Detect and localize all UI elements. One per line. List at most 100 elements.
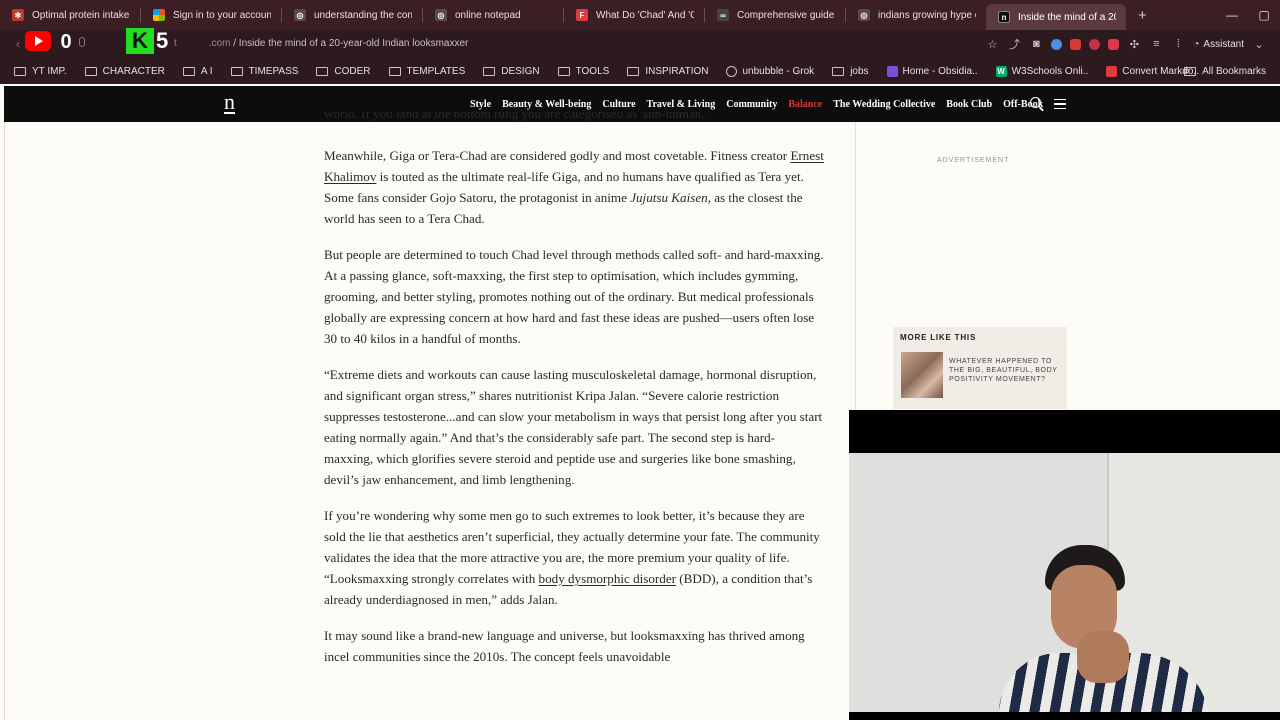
bookmark-folder[interactable]: TIMEPASS <box>230 66 298 77</box>
bookmark-label: Home - Obsidia.. <box>902 65 978 77</box>
column-divider <box>4 122 5 720</box>
assistant-button[interactable]: ◔ Assistant <box>1193 39 1244 50</box>
bookmark-folder[interactable]: jobs <box>832 65 869 77</box>
chevron-down-icon[interactable]: ⌄ <box>1252 37 1266 51</box>
nav-book-club[interactable]: Book Club <box>946 99 992 110</box>
article-paragraph: It may sound like a brand-new language a… <box>324 628 805 664</box>
forbes-icon: F <box>576 9 588 21</box>
extension-record-icon[interactable] <box>1089 38 1101 50</box>
bookmark-folder[interactable]: TEMPLATES <box>388 65 466 77</box>
bookmark-label: CHARACTER <box>102 65 165 77</box>
audio-icon[interactable]: ⁞ <box>1171 37 1185 51</box>
bookmark-folder[interactable]: TOOLS <box>557 66 609 77</box>
article-cut-line: world. If you land at the bottom rung yo… <box>324 112 824 124</box>
minimize-icon[interactable]: — <box>1216 8 1248 22</box>
tab-title: Optimal protein intake pe <box>32 9 130 21</box>
bookmark-grok[interactable]: unbubble - Grok <box>726 65 814 77</box>
extension-blue-icon[interactable] <box>1051 38 1063 50</box>
address-bar-actions: ☆ ⤴ ◙ ✣ ≡ ⁞ ◔ Assistant ⌄ <box>985 30 1266 58</box>
webcam-overlay <box>849 453 1280 720</box>
bookmark-label: jobs <box>850 65 869 77</box>
tab-title: Comprehensive guide to c <box>737 9 835 21</box>
folder-icon <box>832 66 845 76</box>
nav-balance[interactable]: Balance <box>788 99 822 110</box>
overlay-logo: K 5 <box>126 28 174 54</box>
tab-hype[interactable]: ◎ indians growing hype ove <box>846 0 986 30</box>
anime-title: Jujutsu Kaisen <box>630 190 708 205</box>
search-icon[interactable] <box>1030 97 1041 108</box>
bookmark-obsidian[interactable]: Home - Obsidia.. <box>886 65 978 77</box>
nav-beauty[interactable]: Beauty & Well-being <box>502 99 591 110</box>
w3schools-icon: W <box>995 65 1007 77</box>
bookmark-label: A I <box>200 65 213 77</box>
nav-travel[interactable]: Travel & Living <box>647 99 716 110</box>
more-like-this-card[interactable]: MORE LIKE THIS WHATEVER HAPPENED TO THE … <box>893 327 1067 409</box>
all-bookmarks-label: All Bookmarks <box>1202 65 1266 77</box>
bookmark-w3schools[interactable]: W W3Schools Onli.. <box>995 65 1089 77</box>
more-like-this-thumbnail[interactable] <box>901 352 943 398</box>
nav-culture[interactable]: Culture <box>602 99 635 110</box>
tab-title: What Do 'Chad' And 'Chu <box>596 9 694 21</box>
folder-icon <box>84 66 97 76</box>
window-controls: — ▢ <box>1216 0 1280 30</box>
bookmark-label: YT IMP. <box>32 65 67 77</box>
nav-community[interactable]: Community <box>726 99 777 110</box>
overlay-five: 5 <box>156 28 169 53</box>
youtube-icon <box>25 31 51 51</box>
obsidian-icon <box>886 65 898 77</box>
url-host-tail: .com <box>208 38 231 49</box>
nav-style[interactable]: Style <box>470 99 491 110</box>
tab-strip: ✻ Optimal protein intake pe Sign in to y… <box>0 0 1280 30</box>
bookmark-folder[interactable]: DESIGN <box>483 66 540 77</box>
bookmark-label: W3Schools Onli.. <box>1011 65 1089 77</box>
tab-active-article[interactable]: n Inside the mind of a 20-ye <box>986 4 1126 30</box>
puzzle-icon[interactable]: ✣ <box>1127 37 1141 51</box>
screenshot-icon[interactable]: ◙ <box>1029 37 1043 51</box>
tab-chad[interactable]: F What Do 'Chad' And 'Chu <box>564 0 704 30</box>
bookmark-folder[interactable]: A I <box>182 65 213 77</box>
bookmarks-bar: YT IMP. CHARACTER A I TIMEPASS CODER TEM… <box>0 58 1280 84</box>
tab-title: online notepad <box>455 9 521 21</box>
tab-favicon-icon: ✻ <box>12 9 24 21</box>
site-logo[interactable]: n <box>224 91 235 114</box>
article-paragraph: “Extreme diets and workouts can cause la… <box>324 367 823 487</box>
extension-red-icon[interactable] <box>1070 38 1082 50</box>
bookmark-label: TEMPLATES <box>406 65 466 77</box>
bookmark-folder[interactable]: INSPIRATION <box>627 66 708 77</box>
paragraph-text: Meanwhile, Giga or Tera-Chad are conside… <box>324 148 791 163</box>
folder-icon <box>316 66 329 76</box>
maximize-icon[interactable]: ▢ <box>1248 8 1280 22</box>
more-like-this-title: MORE LIKE THIS <box>900 333 977 342</box>
webcam-bottom-bar <box>849 712 1280 720</box>
url-host: t <box>174 38 177 49</box>
extension-shield-icon[interactable] <box>1108 38 1120 50</box>
tab-protein[interactable]: ✻ Optimal protein intake pe <box>0 0 140 30</box>
all-bookmarks[interactable]: All Bookmarks <box>1184 58 1266 84</box>
link-bdd[interactable]: body dysmorphic disorder <box>539 571 676 586</box>
nykaa-icon: n <box>998 11 1010 23</box>
list-icon[interactable]: ≡ <box>1149 37 1163 51</box>
tab-guide[interactable]: ∞ Comprehensive guide to c <box>705 0 845 30</box>
article-cut-text: world. If you land at the bottom rung yo… <box>324 112 707 121</box>
star-icon[interactable]: ☆ <box>985 37 999 51</box>
menu-icon[interactable] <box>1054 99 1066 109</box>
webcam-top-bar <box>849 410 1280 453</box>
bookmark-folder[interactable]: CODER <box>316 65 371 77</box>
folder-icon <box>14 66 26 76</box>
more-like-this-headline[interactable]: WHATEVER HAPPENED TO THE BIG, BEAUTIFUL,… <box>949 357 1061 384</box>
infinity-icon: ∞ <box>717 9 729 21</box>
share-icon[interactable]: ⤴ <box>1007 37 1021 51</box>
bookmark-folder[interactable]: YT IMP. <box>14 66 67 77</box>
tab-title: indians growing hype ove <box>878 9 976 21</box>
tab-sign-in[interactable]: Sign in to your account <box>141 0 281 30</box>
bookmark-label: INSPIRATION <box>645 65 709 77</box>
tab-notepad[interactable]: ◎ online notepad <box>423 0 563 30</box>
globe-icon: ◎ <box>858 9 870 21</box>
tab-understanding[interactable]: ◎ understanding the conce <box>282 0 422 30</box>
bookmark-label: CODER <box>334 65 371 77</box>
convert-icon <box>1106 65 1118 77</box>
bookmark-folder[interactable]: CHARACTER <box>84 65 165 77</box>
new-tab-button[interactable]: + <box>1138 7 1147 24</box>
advertisement-label: ADVERTISEMENT <box>937 157 1010 164</box>
nav-wedding[interactable]: The Wedding Collective <box>833 99 935 110</box>
